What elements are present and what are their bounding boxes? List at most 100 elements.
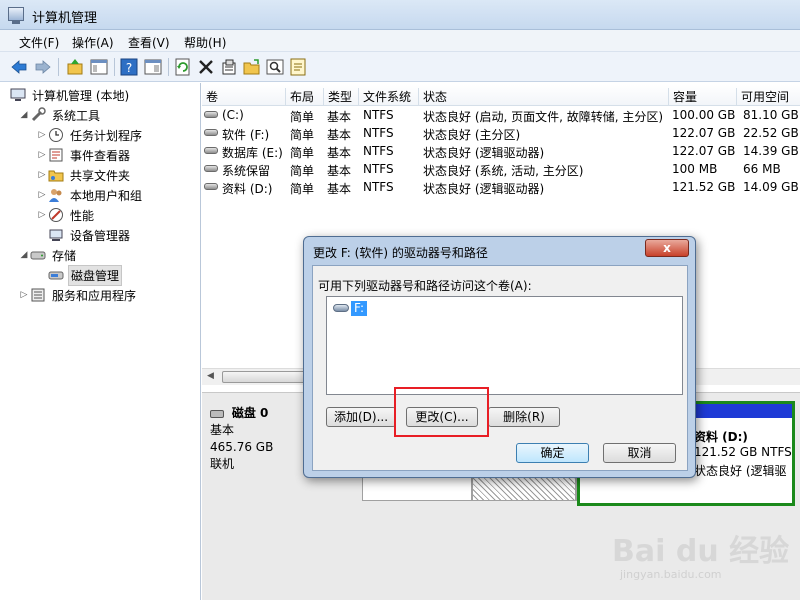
forward-icon[interactable] — [32, 56, 54, 78]
collapse-icon[interactable]: ◢ — [18, 110, 30, 120]
list-item[interactable]: F: — [333, 300, 368, 316]
scroll-left-icon[interactable]: ◀ — [207, 371, 214, 381]
performance-icon — [48, 207, 64, 223]
disk-info[interactable]: 磁盘 0 基本 465.76 GB 联机 — [210, 405, 273, 473]
users-icon — [48, 187, 64, 203]
expand-icon[interactable]: ▷ — [18, 290, 30, 300]
back-icon[interactable] — [8, 56, 30, 78]
window-title: 计算机管理 — [32, 11, 98, 26]
annotation-highlight-box — [394, 387, 489, 437]
dialog-title: 更改 F: (软件) 的驱动器号和路径 — [313, 246, 488, 260]
volume-list-header: 卷 布局 类型 文件系统 状态 容量 可用空间 — [202, 85, 800, 106]
column-header-free-space[interactable]: 可用空间 — [736, 88, 789, 106]
menu-help[interactable]: 帮助(H) — [184, 34, 226, 51]
disk-type: 基本 — [210, 423, 235, 437]
services-icon — [30, 287, 46, 303]
menu-view[interactable]: 查看(V) — [128, 34, 170, 51]
disk-name: 磁盘 0 — [231, 406, 269, 420]
tree-item-storage[interactable]: ◢ 存储 — [18, 245, 78, 265]
disk-name-row: 磁盘 0 — [210, 405, 273, 422]
column-header-type[interactable]: 类型 — [323, 88, 352, 106]
svg-text:?: ? — [126, 61, 132, 75]
tree-item-computer-management[interactable]: 计算机管理 (本地) — [10, 85, 131, 105]
console-icon[interactable] — [142, 56, 164, 78]
export-icon[interactable] — [287, 56, 309, 78]
search-icon[interactable] — [264, 56, 286, 78]
menu-file[interactable]: 文件(F) — [19, 34, 59, 51]
shared-folder-icon — [48, 167, 64, 183]
tree-item-device-manager[interactable]: 设备管理器 — [48, 225, 132, 245]
refresh-icon[interactable] — [172, 56, 194, 78]
tree-item-shared-folders[interactable]: ▷ 共享文件夹 — [36, 165, 132, 185]
remove-button[interactable]: 删除(R) — [488, 407, 560, 427]
expand-icon[interactable]: ▷ — [36, 190, 48, 200]
drive-icon — [204, 111, 218, 118]
add-button[interactable]: 添加(D)... — [326, 407, 396, 427]
table-row[interactable]: 资料 (D:) 简单 基本 NTFS 状态良好 (逻辑驱动器) 121.52 G… — [202, 178, 800, 196]
column-header-status[interactable]: 状态 — [418, 88, 447, 106]
drive-icon — [204, 165, 218, 172]
partition-d-size: 121.52 GB NTFS — [694, 445, 792, 459]
baidu-jingyan-watermark: Bai du 经验 jingyan.baidu.com — [612, 520, 792, 590]
disk-size: 465.76 GB — [210, 440, 274, 454]
menu-action[interactable]: 操作(A) — [72, 34, 114, 51]
watermark-logo-text: Bai du 经验 — [612, 534, 790, 569]
dialog-body: 可用下列驱动器号和路径访问这个卷(A): F: 添加(D)... 更改(C)..… — [312, 265, 688, 471]
expand-icon[interactable]: ▷ — [36, 150, 48, 160]
storage-icon — [30, 247, 46, 263]
show-hide-tree-icon[interactable] — [88, 56, 110, 78]
table-row[interactable]: 系统保留 简单 基本 NTFS 状态良好 (系统, 活动, 主分区) 100 M… — [202, 160, 800, 178]
drive-path-list[interactable]: F: — [326, 296, 683, 395]
device-manager-icon — [48, 227, 64, 243]
column-header-volume[interactable]: 卷 — [202, 88, 218, 106]
menu-bar: 文件(F) 操作(A) 查看(V) 帮助(H) — [0, 30, 800, 52]
expand-icon[interactable]: ▷ — [36, 210, 48, 220]
title-bar: 计算机管理 — [0, 0, 800, 30]
properties-icon[interactable] — [218, 56, 240, 78]
tree-item-task-scheduler[interactable]: ▷ 任务计划程序 — [36, 125, 144, 145]
partition-block[interactable] — [362, 477, 472, 501]
event-viewer-icon — [48, 147, 64, 163]
drive-icon — [204, 183, 218, 190]
tree-item-system-tools[interactable]: ◢ 系统工具 — [18, 105, 102, 125]
open-icon[interactable] — [241, 56, 263, 78]
disk-icon — [210, 409, 224, 418]
partition-d-status: 状态良好 (逻辑驱 — [694, 464, 787, 478]
computer-management-icon — [10, 87, 26, 103]
partition-d-label: 资料 (D:) — [694, 430, 748, 444]
column-header-capacity[interactable]: 容量 — [668, 88, 697, 106]
expand-icon[interactable]: ▷ — [36, 130, 48, 140]
change-drive-letter-dialog: 更改 F: (软件) 的驱动器号和路径 x 可用下列驱动器号和路径访问这个卷(A… — [303, 236, 696, 478]
help-icon[interactable]: ? — [118, 56, 140, 78]
tree-item-performance[interactable]: ▷ 性能 — [36, 205, 96, 225]
delete-icon[interactable] — [195, 56, 217, 78]
navigation-tree: 计算机管理 (本地) ◢ 系统工具 ▷ 任务计划程序 ▷ 事件查看器 ▷ 共享文… — [0, 83, 201, 600]
tree-item-disk-management[interactable]: 磁盘管理 — [48, 264, 123, 286]
collapse-icon[interactable]: ◢ — [18, 250, 30, 260]
ok-button[interactable]: 确定 — [516, 443, 589, 463]
watermark-url: jingyan.baidu.com — [620, 568, 722, 581]
drive-icon — [333, 304, 349, 312]
toolbar: ? — [0, 52, 800, 82]
tree-item-event-viewer[interactable]: ▷ 事件查看器 — [36, 145, 132, 165]
table-row[interactable]: 软件 (F:) 简单 基本 NTFS 状态良好 (主分区) 122.07 GB … — [202, 124, 800, 142]
disk-status: 联机 — [210, 457, 235, 471]
tree-item-services-apps[interactable]: ▷ 服务和应用程序 — [18, 285, 138, 305]
clock-icon — [48, 127, 64, 143]
disk-management-icon — [48, 267, 64, 283]
expand-icon[interactable]: ▷ — [36, 170, 48, 180]
computer-management-icon — [8, 7, 24, 24]
close-button[interactable]: x — [645, 239, 689, 257]
column-header-layout[interactable]: 布局 — [285, 88, 314, 106]
partition-block-free[interactable] — [472, 477, 576, 501]
tree-item-local-users[interactable]: ▷ 本地用户和组 — [36, 185, 144, 205]
column-header-filesystem[interactable]: 文件系统 — [358, 88, 411, 106]
table-row[interactable]: (C:) 简单 基本 NTFS 状态良好 (启动, 页面文件, 故障转储, 主分… — [202, 106, 800, 124]
drive-icon — [204, 129, 218, 136]
drive-icon — [204, 147, 218, 154]
dialog-prompt: 可用下列驱动器号和路径访问这个卷(A): — [318, 279, 532, 293]
table-row[interactable]: 数据库 (E:) 简单 基本 NTFS 状态良好 (逻辑驱动器) 122.07 … — [202, 142, 800, 160]
tools-icon — [30, 107, 46, 123]
cancel-button[interactable]: 取消 — [603, 443, 676, 463]
up-icon[interactable] — [64, 56, 86, 78]
